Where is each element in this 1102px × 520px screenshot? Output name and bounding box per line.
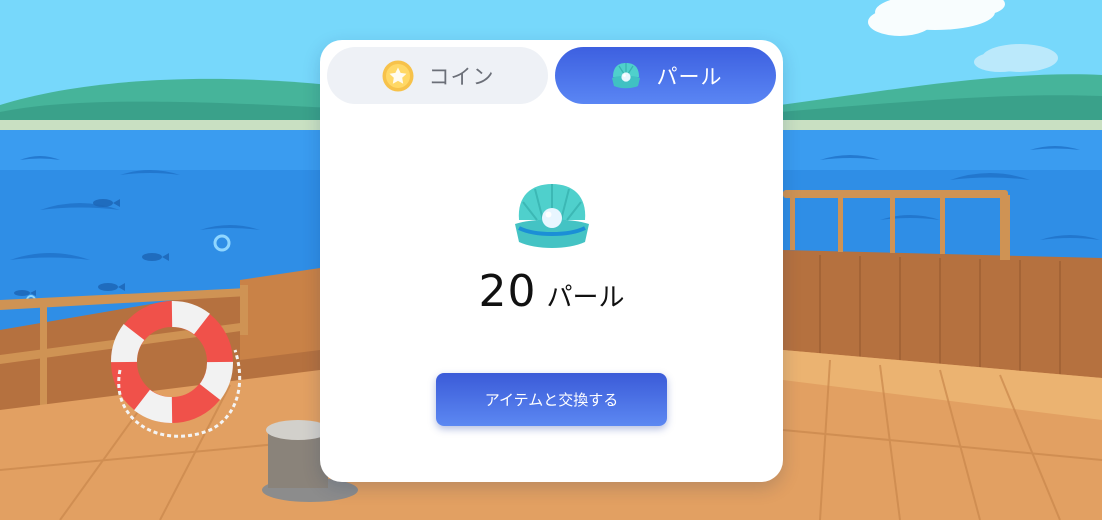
tab-coin-label: コイン xyxy=(428,64,495,89)
tab-pearl-label: パール xyxy=(656,64,723,89)
exchange-items-button[interactable]: アイテムと交換する xyxy=(436,373,667,426)
pearl-icon xyxy=(611,62,640,88)
tab-coin[interactable]: コイン xyxy=(327,47,548,104)
currency-card: コイン パール 20 パール アイテムと交換する xyxy=(320,40,783,482)
pearl-icon xyxy=(515,184,589,248)
tab-pearl[interactable]: パール xyxy=(555,47,776,104)
currency-tabs: コイン パール xyxy=(327,47,776,104)
pearl-balance: 20 パール xyxy=(320,266,783,317)
balance-unit: パール xyxy=(546,283,625,313)
coin-icon xyxy=(382,60,413,91)
balance-amount: 20 xyxy=(478,266,537,317)
